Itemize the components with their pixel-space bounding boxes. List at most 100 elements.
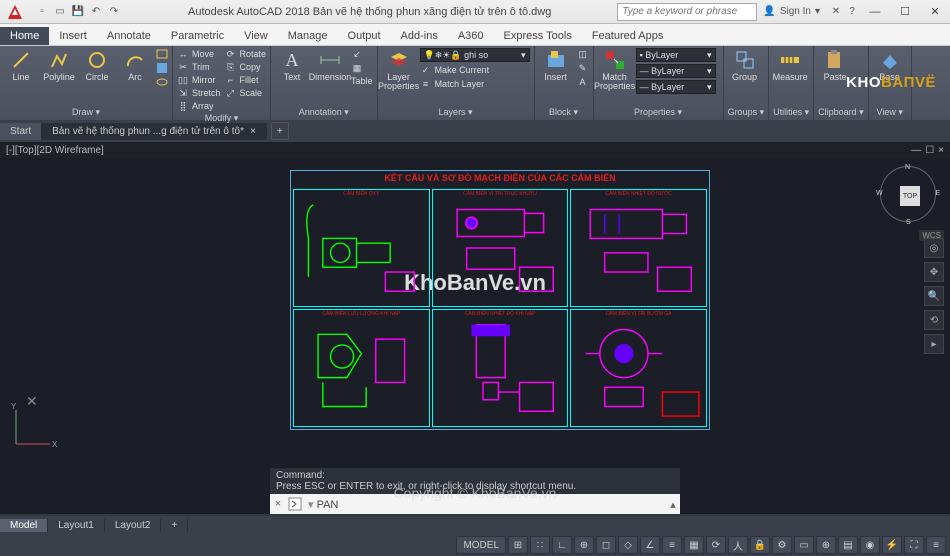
table-icon[interactable]: ▦ [351,62,363,74]
doc-tab-start[interactable]: Start [0,123,42,140]
nav-zoom-icon[interactable]: 🔍 [924,286,944,306]
layout-tab-add[interactable]: + [161,519,188,532]
help-search-input[interactable] [617,3,757,21]
nav-wheel-icon[interactable]: ◎ [924,238,944,258]
sb-units-icon[interactable]: ⊕ [816,536,836,554]
panel-block-title[interactable]: Block ▾ [539,106,589,118]
array-button[interactable]: ⣿Array [177,100,221,112]
nav-orbit-icon[interactable]: ⟲ [924,310,944,330]
panel-utilities-title[interactable]: Utilities ▾ [773,106,809,118]
maximize-button[interactable]: ☐ [890,0,920,24]
rect-icon[interactable] [156,48,168,60]
circle-button[interactable]: Circle [80,48,114,82]
nav-showmotion-icon[interactable]: ▸ [924,334,944,354]
sb-monitor-icon[interactable]: ▭ [794,536,814,554]
ribbon-tab-home[interactable]: Home [0,27,49,45]
qat-new-icon[interactable]: ▫ [34,4,50,20]
panel-properties-title[interactable]: Properties ▾ [598,106,719,118]
layer-combo[interactable]: 💡❄☀🔒 ghi so▾ [420,48,530,62]
sb-annoscale-icon[interactable]: 🔒 [750,536,770,554]
drawing-canvas[interactable]: KhoBanVe.vn KẾT CẤU VÀ SƠ ĐỒ MẠCH ĐIỆN C… [0,158,950,468]
sb-3dosnap-icon[interactable]: ◇ [618,536,638,554]
sb-workspace-icon[interactable]: ⚙ [772,536,792,554]
edit-block-icon[interactable]: ✎ [577,62,589,74]
sb-annotation-icon[interactable]: 人 [728,536,748,554]
panel-clipboard-title[interactable]: Clipboard ▾ [818,106,864,118]
close-tab-icon[interactable]: × [250,126,256,137]
sb-grid-icon[interactable]: ⊞ [508,536,528,554]
view-cube[interactable]: TOP N S E W [880,166,938,224]
help-icon[interactable]: ? [844,4,860,20]
leader-icon[interactable]: ↙ [351,48,363,60]
match-properties-button[interactable]: Match Properties [598,48,632,91]
text-button[interactable]: AText [275,48,309,82]
layout-tab-layout2[interactable]: Layout2 [105,519,162,532]
command-input[interactable]: × ▾ PAN ▴ [270,494,680,514]
lineweight-combo[interactable]: — ByLayer▾ [636,64,716,78]
cmd-close-icon[interactable]: × [270,498,286,510]
layout-tab-layout1[interactable]: Layout1 [48,519,105,532]
linetype-combo[interactable]: — ByLayer▾ [636,80,716,94]
ribbon-tab-parametric[interactable]: Parametric [161,27,234,45]
qat-save-icon[interactable]: 💾 [70,4,86,20]
nav-pan-icon[interactable]: ✥ [924,262,944,282]
color-combo[interactable]: ▪ ByLayer▾ [636,48,716,62]
sb-ortho-icon[interactable]: ∟ [552,536,572,554]
layer-properties-button[interactable]: Layer Properties [382,48,416,91]
exchange-icon[interactable]: ✕ [828,4,844,20]
qat-redo-icon[interactable]: ↷ [106,4,122,20]
ribbon-tab-express[interactable]: Express Tools [494,27,582,45]
stretch-button[interactable]: ⇲Stretch [177,87,221,99]
ribbon-tab-annotate[interactable]: Annotate [97,27,161,45]
mirror-button[interactable]: ▯▯Mirror [177,74,221,86]
trim-button[interactable]: ✂Trim [177,61,221,73]
scale-button[interactable]: ⤢Scale [225,87,267,99]
rotate-button[interactable]: ⟳Rotate [225,48,267,60]
insert-button[interactable]: Insert [539,48,573,82]
sb-lineweight-icon[interactable]: ≡ [662,536,682,554]
ribbon-tab-output[interactable]: Output [338,27,391,45]
measure-button[interactable]: Measure [773,48,807,82]
sb-isolate-icon[interactable]: ◉ [860,536,880,554]
copy-button[interactable]: ⎘Copy [225,61,267,73]
add-tab-button[interactable]: + [271,122,289,140]
ellipse-icon[interactable] [156,76,168,88]
close-button[interactable]: ✕ [920,0,950,24]
panel-modify-title[interactable]: Modify ▾ [177,112,266,124]
ribbon-tab-manage[interactable]: Manage [278,27,338,45]
app-logo[interactable] [4,1,26,23]
panel-view-title[interactable]: View ▾ [873,106,907,118]
cmd-dropdown-icon[interactable]: ▴ [666,498,680,511]
dimension-button[interactable]: Dimension [313,48,347,82]
ribbon-tab-featured[interactable]: Featured Apps [582,27,674,45]
sb-transparency-icon[interactable]: ▦ [684,536,704,554]
sb-customize-icon[interactable]: ≡ [926,536,946,554]
signin-button[interactable]: 👤 Sign In ▾ [763,6,820,17]
sb-hardware-icon[interactable]: ⚡ [882,536,902,554]
layout-tab-model[interactable]: Model [0,519,48,532]
ribbon-tab-view[interactable]: View [234,27,278,45]
sb-quickprops-icon[interactable]: ▤ [838,536,858,554]
fillet-button[interactable]: ⌐Fillet [225,74,267,86]
doc-tab-active[interactable]: Bản vẽ hệ thống phun ...g điện tử trên ô… [42,123,267,140]
vp-maximize-icon[interactable]: ☐ [925,145,934,156]
sb-osnap-icon[interactable]: ◻ [596,536,616,554]
vp-close-icon[interactable]: × [938,145,944,156]
sb-cycling-icon[interactable]: ⟳ [706,536,726,554]
match-layer-button[interactable]: ≡Match Layer [420,78,530,90]
panel-groups-title[interactable]: Groups ▾ [728,106,765,118]
create-block-icon[interactable]: ◫ [577,48,589,60]
arc-button[interactable]: Arc [118,48,152,82]
vp-minimize-icon[interactable]: — [911,145,921,156]
attr-icon[interactable]: A [577,76,589,88]
sb-snap-icon[interactable]: ∷ [530,536,550,554]
make-current-button[interactable]: ✓Make Current [420,64,530,76]
viewport-label[interactable]: [-][Top][2D Wireframe] [6,145,104,156]
ribbon-tab-addins[interactable]: Add-ins [391,27,448,45]
status-model[interactable]: MODEL [456,536,506,554]
polyline-button[interactable]: Polyline [42,48,76,82]
ribbon-tab-insert[interactable]: Insert [49,27,97,45]
line-button[interactable]: Line [4,48,38,82]
sb-cleanscreen-icon[interactable]: ⛶ [904,536,924,554]
move-button[interactable]: ↔Move [177,48,221,60]
